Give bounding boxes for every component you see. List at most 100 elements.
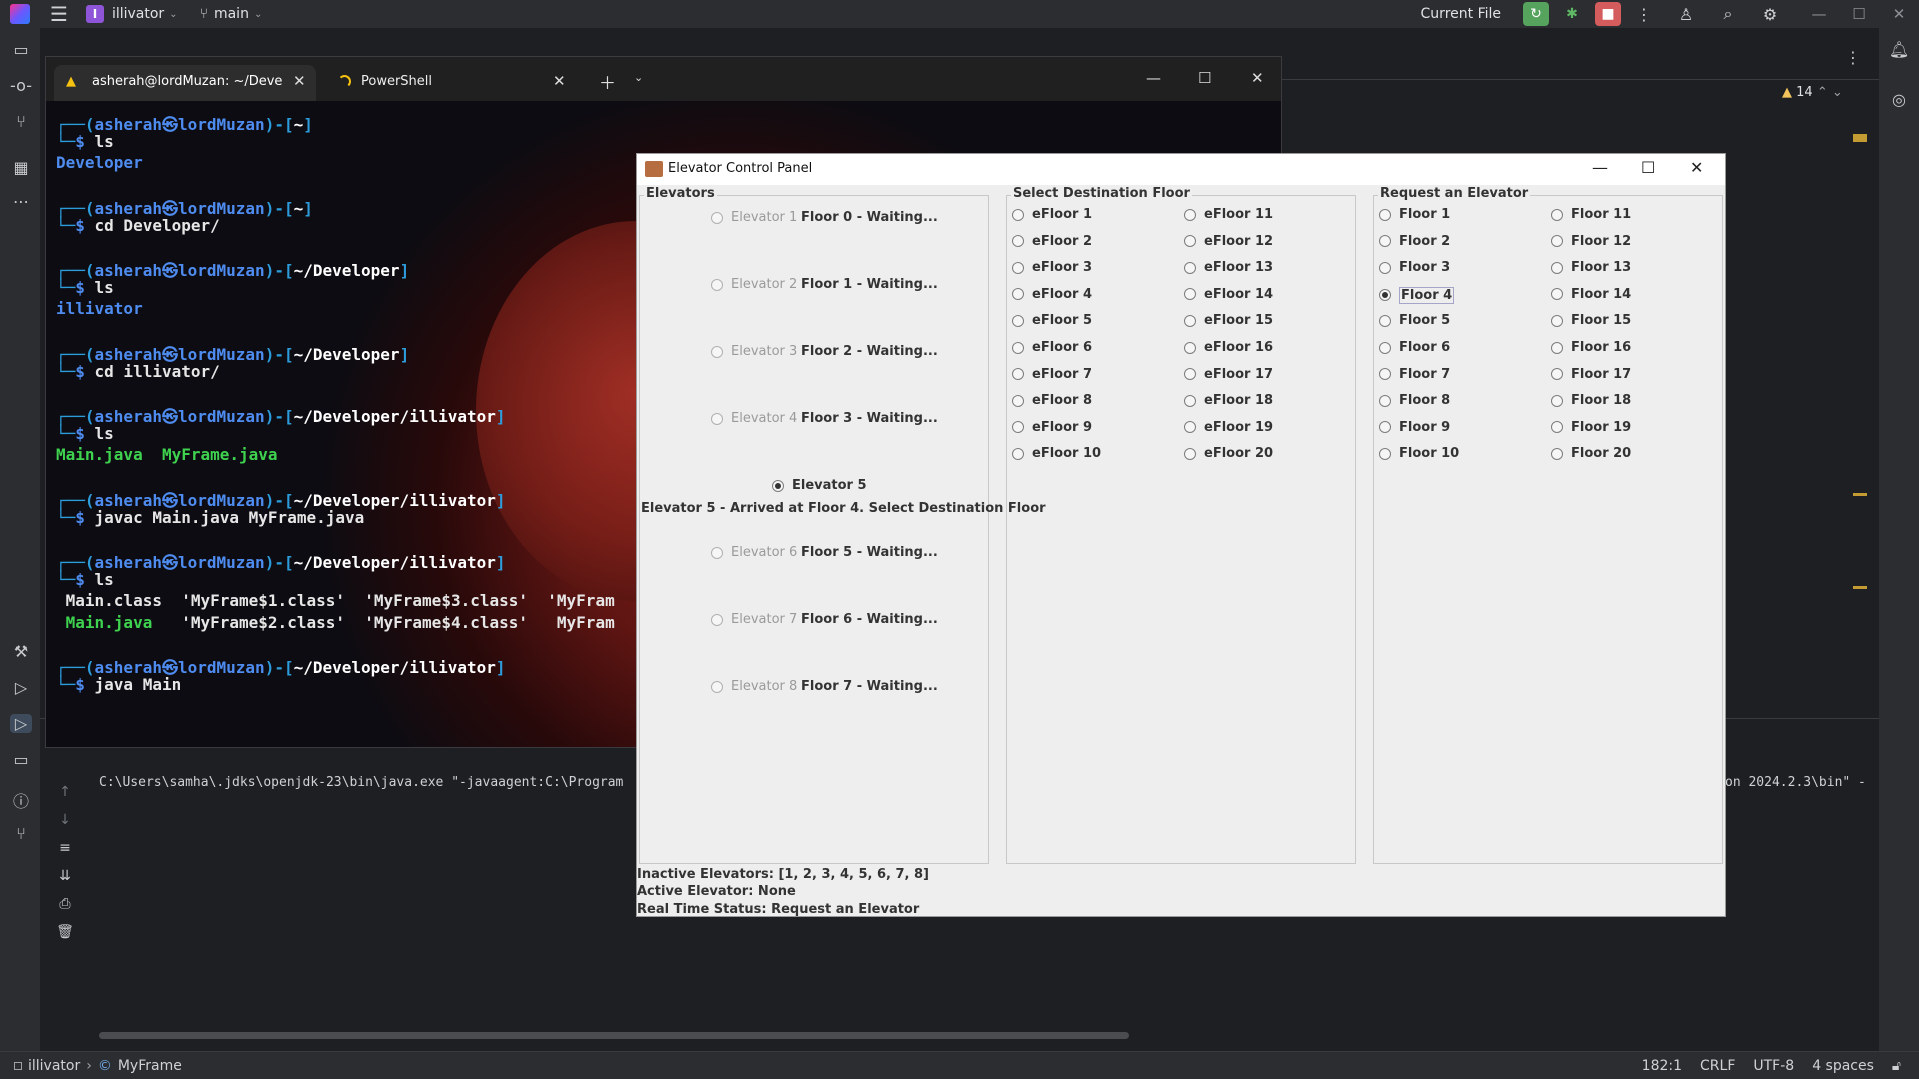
- new-tab-icon[interactable]: ＋: [599, 69, 616, 94]
- minimize-icon[interactable]: —: [1799, 5, 1839, 23]
- elevator-radio-1[interactable]: Elevator 1: [711, 210, 797, 225]
- radio-dot[interactable]: [1012, 447, 1024, 460]
- search-icon[interactable]: ⌕: [1715, 4, 1741, 24]
- elevator-radio-3[interactable]: Elevator 3: [711, 344, 797, 359]
- maximize-icon[interactable]: ☐: [1198, 69, 1211, 87]
- radio-dot[interactable]: [1379, 341, 1391, 354]
- branch-name[interactable]: main: [214, 6, 249, 22]
- destination-floor-radio[interactable]: eFloor 17: [1184, 367, 1273, 382]
- request-floor-radio[interactable]: Floor 11: [1551, 207, 1631, 222]
- chevron-down-icon[interactable]: ⌄: [254, 9, 262, 20]
- run-tool-icon[interactable]: ▷: [10, 714, 32, 733]
- chevron-down-icon[interactable]: ⌄: [634, 71, 643, 84]
- request-floor-radio[interactable]: Floor 18: [1551, 393, 1631, 408]
- request-floor-radio[interactable]: Floor 14: [1551, 287, 1631, 302]
- warnings-indicator[interactable]: ▲ 14 ⌃ ⌄: [1782, 85, 1843, 100]
- radio-dot[interactable]: [1379, 208, 1391, 221]
- radio-dot[interactable]: [711, 613, 723, 626]
- structure-icon[interactable]: ▦: [10, 158, 32, 177]
- build-icon[interactable]: ⚒: [10, 642, 32, 661]
- more-icon[interactable]: ⋮: [1631, 5, 1657, 24]
- terminal-tab-linux[interactable]: ▲ asherah@lordMuzan: ~/Devel ✕: [54, 65, 316, 101]
- radio-dot[interactable]: [711, 412, 723, 425]
- radio-dot[interactable]: [1184, 368, 1196, 381]
- horizontal-scrollbar[interactable]: [99, 1032, 1129, 1039]
- trash-icon[interactable]: 🗑︎: [54, 924, 76, 940]
- radio-dot[interactable]: [1012, 235, 1024, 248]
- radio-dot[interactable]: [1379, 421, 1391, 434]
- elevator-radio-7[interactable]: Elevator 7: [711, 612, 797, 627]
- request-floor-radio[interactable]: Floor 8: [1379, 393, 1450, 408]
- breadcrumb-project[interactable]: illivator: [28, 1058, 80, 1074]
- destination-floor-radio[interactable]: eFloor 8: [1012, 393, 1092, 408]
- radio-dot[interactable]: [1551, 341, 1563, 354]
- destination-floor-radio[interactable]: eFloor 6: [1012, 340, 1092, 355]
- request-floor-radio[interactable]: Floor 15: [1551, 313, 1631, 328]
- commit-icon[interactable]: -o-: [10, 76, 32, 95]
- request-floor-radio[interactable]: Floor 1: [1379, 207, 1450, 222]
- request-floor-radio[interactable]: Floor 5: [1379, 313, 1450, 328]
- destination-floor-radio[interactable]: eFloor 1: [1012, 207, 1092, 222]
- radio-dot[interactable]: [1379, 235, 1391, 248]
- request-floor-radio[interactable]: Floor 19: [1551, 420, 1631, 435]
- debug-icon[interactable]: ✱: [1559, 2, 1585, 26]
- destination-floor-radio[interactable]: eFloor 20: [1184, 446, 1273, 461]
- run-config-select[interactable]: Current File: [1421, 6, 1501, 22]
- request-floor-radio[interactable]: Floor 2: [1379, 234, 1450, 249]
- line-ending[interactable]: CRLF: [1700, 1058, 1735, 1074]
- radio-dot[interactable]: [1184, 314, 1196, 327]
- elevator-radio-2[interactable]: Elevator 2: [711, 277, 797, 292]
- destination-floor-radio[interactable]: eFloor 12: [1184, 234, 1273, 249]
- indent-setting[interactable]: 4 spaces: [1812, 1058, 1874, 1074]
- git-icon[interactable]: ⑂: [10, 824, 32, 843]
- radio-dot[interactable]: [1551, 394, 1563, 407]
- more-tools-icon[interactable]: ⋯: [10, 192, 32, 211]
- radio-dot[interactable]: [1379, 314, 1391, 327]
- radio-dot[interactable]: [711, 345, 723, 358]
- radio-dot[interactable]: [1184, 261, 1196, 274]
- destination-floor-radio[interactable]: eFloor 13: [1184, 260, 1273, 275]
- radio-dot[interactable]: [1012, 368, 1024, 381]
- radio-dot[interactable]: [1379, 447, 1391, 460]
- request-floor-radio[interactable]: Floor 6: [1379, 340, 1450, 355]
- request-floor-radio[interactable]: Floor 7: [1379, 367, 1450, 382]
- services-icon[interactable]: ▷: [10, 678, 32, 697]
- radio-dot[interactable]: [1012, 421, 1024, 434]
- radio-dot[interactable]: [772, 479, 784, 492]
- destination-floor-radio[interactable]: eFloor 11: [1184, 207, 1273, 222]
- close-tab-icon[interactable]: ✕: [553, 72, 566, 90]
- radio-dot[interactable]: [1012, 314, 1024, 327]
- destination-floor-radio[interactable]: eFloor 19: [1184, 420, 1273, 435]
- down-arrow-icon[interactable]: ↓: [54, 812, 76, 828]
- radio-dot[interactable]: [1012, 261, 1024, 274]
- request-floor-radio[interactable]: Floor 9: [1379, 420, 1450, 435]
- elevator-radio-6[interactable]: Elevator 6: [711, 545, 797, 560]
- add-user-icon[interactable]: ♙: [1673, 5, 1699, 24]
- radio-dot[interactable]: [711, 680, 723, 693]
- radio-dot[interactable]: [1012, 341, 1024, 354]
- request-floor-radio[interactable]: Floor 4: [1379, 286, 1455, 304]
- radio-dot[interactable]: [1379, 368, 1391, 381]
- radio-dot[interactable]: [1184, 341, 1196, 354]
- print-icon[interactable]: ⎙: [54, 896, 76, 912]
- radio-dot[interactable]: [711, 278, 723, 291]
- radio-dot[interactable]: [1184, 288, 1196, 301]
- destination-floor-radio[interactable]: eFloor 7: [1012, 367, 1092, 382]
- destination-floor-radio[interactable]: eFloor 18: [1184, 393, 1273, 408]
- request-floor-radio[interactable]: Floor 16: [1551, 340, 1631, 355]
- radio-dot[interactable]: [1012, 394, 1024, 407]
- elevator-radio-8[interactable]: Elevator 8: [711, 679, 797, 694]
- close-icon[interactable]: ✕: [1690, 158, 1703, 177]
- destination-floor-radio[interactable]: eFloor 14: [1184, 287, 1273, 302]
- request-floor-radio[interactable]: Floor 13: [1551, 260, 1631, 275]
- radio-dot[interactable]: [1184, 208, 1196, 221]
- radio-dot[interactable]: [1551, 447, 1563, 460]
- radio-dot[interactable]: [1551, 288, 1563, 301]
- terminal-icon[interactable]: ▭: [10, 750, 32, 769]
- radio-dot[interactable]: [1184, 447, 1196, 460]
- radio-dot[interactable]: [1379, 394, 1391, 407]
- request-floor-radio[interactable]: Floor 10: [1379, 446, 1459, 461]
- file-encoding[interactable]: UTF-8: [1753, 1058, 1794, 1074]
- elevator-radio-5[interactable]: Elevator 5: [772, 478, 867, 493]
- radio-dot[interactable]: [1184, 394, 1196, 407]
